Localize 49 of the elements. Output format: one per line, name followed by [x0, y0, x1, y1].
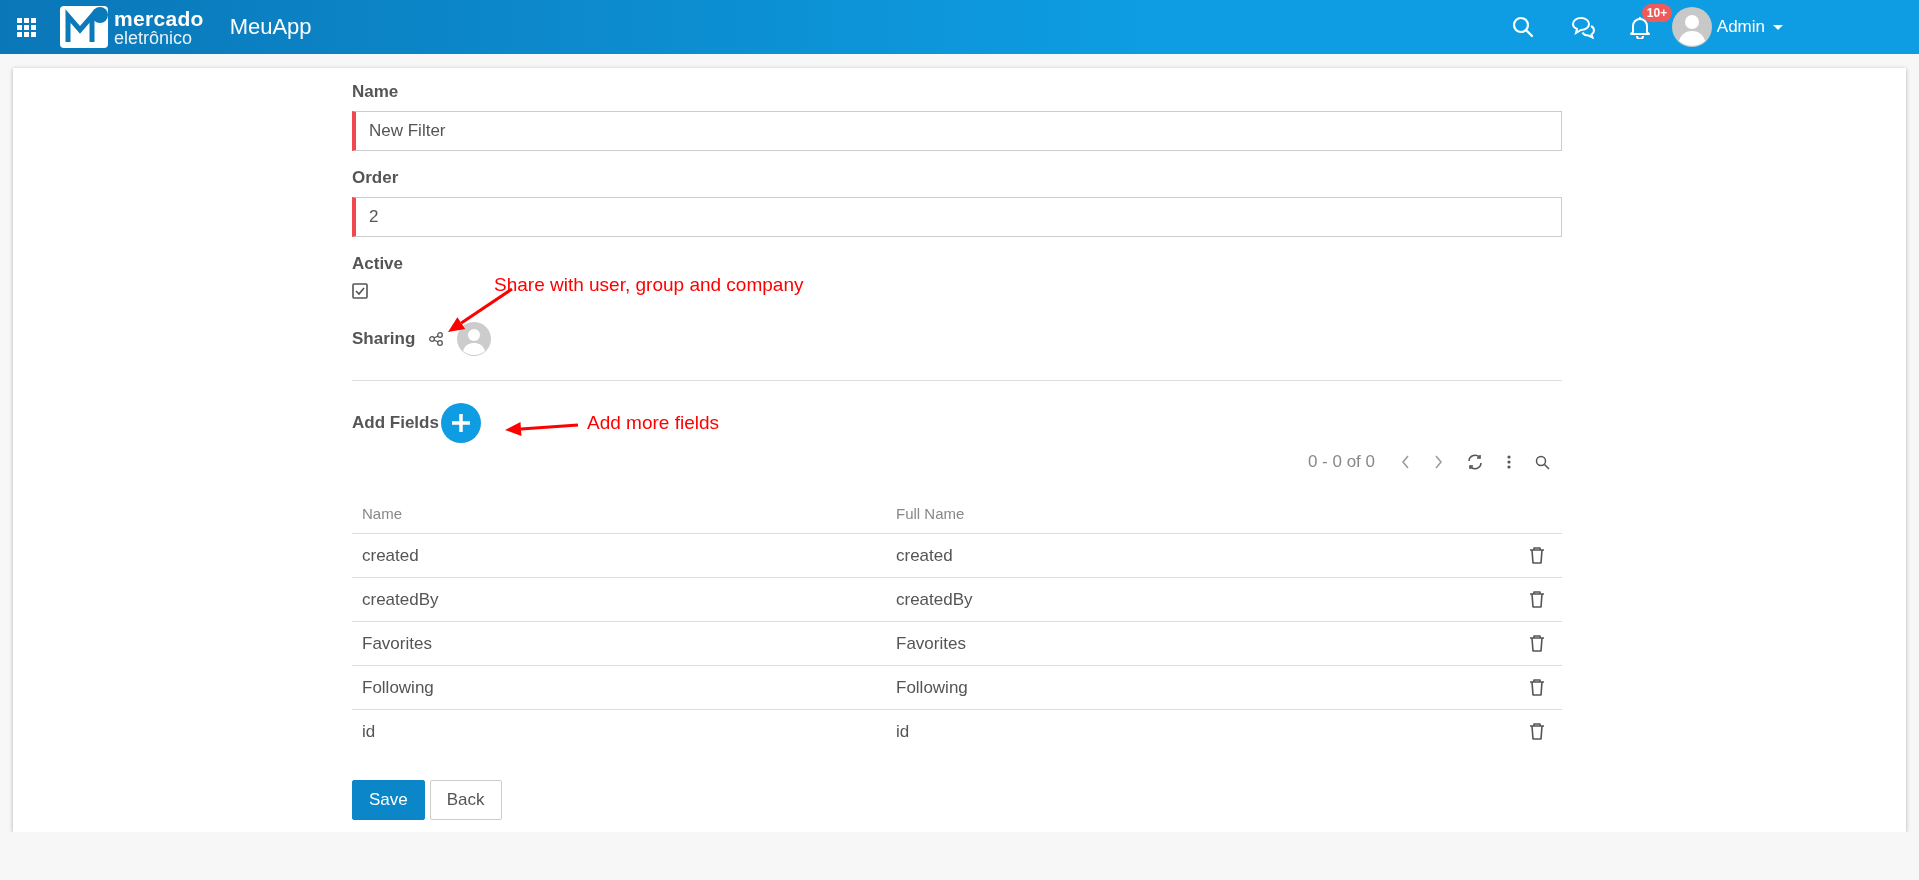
previous-icon[interactable]	[1401, 455, 1410, 469]
sharing-label: Sharing	[352, 329, 416, 349]
table-cell-text: createdBy	[896, 589, 974, 610]
table-cell-text: id	[896, 721, 911, 742]
more-icon[interactable]	[1507, 455, 1511, 469]
share-icon[interactable]	[429, 332, 444, 346]
logo-icon	[60, 6, 108, 48]
table-cell-text: Following	[896, 677, 969, 698]
notification-badge: 10+	[1641, 4, 1673, 22]
logo-text: mercado	[114, 7, 204, 29]
bell-icon[interactable]	[1627, 15, 1652, 39]
avatar-icon	[1671, 7, 1712, 47]
app-name[interactable]: MeuApp	[229, 14, 312, 40]
trash-icon[interactable]	[1528, 546, 1546, 565]
table-cell-text: createdBy	[361, 589, 440, 610]
save-button[interactable]: Save	[352, 780, 425, 820]
column-header: Full Name	[896, 504, 966, 522]
text-field[interactable]: 2	[352, 197, 1562, 237]
annotation-text: Add more fields	[587, 412, 719, 434]
field-label: Order	[352, 168, 400, 188]
table-cell-text: Favorites	[361, 633, 433, 654]
column-header: Name	[361, 504, 403, 522]
refresh-icon[interactable]	[1467, 454, 1483, 470]
logo-subtext: eletrônico	[114, 28, 194, 47]
annotation-text: Share with user, group and company	[494, 274, 804, 296]
next-icon[interactable]	[1434, 455, 1443, 469]
table-cell-text: created	[896, 545, 954, 566]
table-cell-text: Favorites	[896, 633, 967, 654]
text-field[interactable]: New Filter	[352, 111, 1562, 151]
trash-icon[interactable]	[1528, 722, 1546, 741]
table-cell-text: Following	[361, 677, 435, 698]
apps-grid-icon[interactable]	[17, 17, 36, 37]
trash-icon[interactable]	[1528, 678, 1546, 697]
avatar-icon	[457, 322, 492, 356]
field-label: Active	[352, 254, 405, 274]
caret-icon	[1773, 24, 1783, 30]
add-button[interactable]	[440, 403, 481, 443]
trash-icon[interactable]	[1528, 634, 1546, 653]
add-fields-label: Add Fields	[352, 413, 439, 433]
trash-icon[interactable]	[1528, 590, 1546, 609]
back-button[interactable]: Back	[429, 780, 502, 820]
pagination-text: 0 - 0 of 0	[1307, 452, 1375, 472]
chat-icon[interactable]	[1569, 15, 1596, 39]
search-icon[interactable]	[1535, 454, 1550, 470]
plus-icon	[440, 403, 481, 443]
checkbox[interactable]	[352, 283, 368, 299]
table-cell-text: id	[361, 721, 377, 742]
field-label: Name	[352, 82, 400, 102]
table-cell-text: created	[361, 545, 420, 566]
